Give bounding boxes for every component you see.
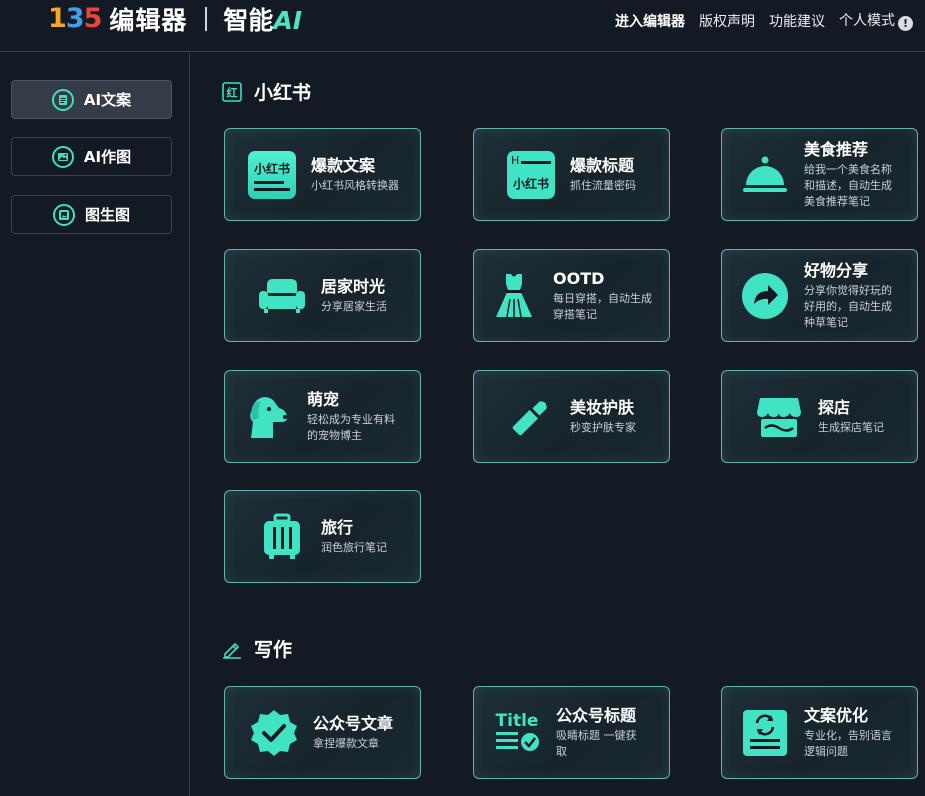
- nav-copyright[interactable]: 版权声明: [699, 11, 755, 31]
- card-desc: 轻松成为专业有料 的宠物博主: [307, 412, 395, 442]
- card-desc: 专业化，告别语言 逻辑问题: [804, 728, 892, 758]
- lipstick-icon: [506, 392, 556, 442]
- card-desc: 给我一个美食名称 和描述，自动生成 美食推荐笔记: [804, 162, 892, 208]
- gallery-icon: [52, 203, 75, 226]
- xiaohongshu-doc-icon: 小红书: [247, 150, 297, 200]
- top-nav: 进入编辑器 版权声明 功能建议 个人模式!: [601, 10, 913, 31]
- logo[interactable]: 135 编辑器 智能AI: [48, 3, 303, 36]
- card-desc: 每日穿搭，自动生成 穿搭笔记: [553, 291, 652, 321]
- card-food-recommend[interactable]: 美食推荐 给我一个美食名称 和描述，自动生成 美食推荐笔记: [721, 128, 918, 221]
- card-desc: 秒变护肤专家: [570, 420, 636, 434]
- svg-text:小红书: 小红书: [254, 161, 290, 176]
- nav-enter-editor[interactable]: 进入编辑器: [615, 11, 685, 31]
- card-ootd[interactable]: OOTD 每日穿搭，自动生成 穿搭笔记: [473, 249, 670, 342]
- card-title: 居家时光: [321, 276, 386, 296]
- card-official-article[interactable]: 公众号文章 拿捏爆款文章: [224, 686, 421, 779]
- logo-text: 编辑器: [109, 6, 188, 35]
- card-title: 萌宠: [307, 389, 340, 409]
- card-desc: 抓住流量密码: [570, 178, 636, 192]
- card-desc: 吸睛标题 一键获取: [556, 728, 637, 758]
- card-desc: 小红书风格转换器: [311, 178, 399, 192]
- card-title: 探店: [818, 397, 851, 417]
- title-check-icon: Title: [492, 708, 542, 758]
- card-beauty-skincare[interactable]: 美妆护肤 秒变护肤专家: [473, 370, 670, 463]
- top-header: 135 编辑器 智能AI 进入编辑器 版权声明 功能建议 个人模式!: [0, 0, 925, 52]
- logo-divider: [205, 7, 208, 31]
- document-icon: [51, 88, 74, 111]
- svg-text:红: 红: [227, 85, 238, 99]
- luggage-icon: [257, 512, 307, 562]
- sofa-icon: [257, 271, 307, 321]
- card-desc: 润色旅行笔记: [321, 540, 387, 554]
- svg-text:小红书: 小红书: [513, 176, 549, 191]
- card-travel[interactable]: 旅行 润色旅行笔记: [224, 490, 421, 583]
- svg-text:Title: Title: [496, 711, 539, 731]
- card-title: 好物分享: [804, 260, 869, 280]
- sidebar-item-label: 图生图: [84, 206, 130, 224]
- sidebar-item-label: AI文案: [83, 91, 132, 109]
- sidebar-item-ai-drawing[interactable]: AI作图: [11, 137, 172, 176]
- card-title: 美妆护肤: [570, 397, 635, 417]
- card-store-visit[interactable]: 探店 生成探店笔记: [721, 370, 918, 463]
- pen-icon: [222, 639, 242, 659]
- card-title: 公众号标题: [556, 705, 637, 725]
- section-title-writing: 写作: [222, 635, 292, 662]
- card-desc: 拿捏爆款文章: [313, 736, 379, 750]
- doc-refresh-icon: [740, 708, 790, 758]
- verified-badge-icon: [249, 708, 299, 758]
- logo-ai: 智能AI: [223, 6, 303, 35]
- card-hot-title[interactable]: H 小红书 爆款标题 抓住流量密码: [473, 128, 670, 221]
- sidebar-item-image-to-image[interactable]: 图生图: [11, 195, 172, 234]
- section-title-xiaohongshu: 红 小红书: [222, 78, 311, 105]
- sidebar: AI文案 AI作图 图生图: [0, 53, 190, 796]
- store-icon: [754, 392, 804, 442]
- sidebar-item-ai-copy[interactable]: AI文案: [11, 80, 172, 119]
- dog-icon: [243, 392, 293, 442]
- xiaohongshu-section-icon: 红: [222, 81, 242, 102]
- card-copy-optimize[interactable]: 文案优化 专业化，告别语言 逻辑问题: [721, 686, 918, 779]
- nav-feedback[interactable]: 功能建议: [769, 11, 825, 31]
- card-goods-share[interactable]: 好物分享 分享你觉得好玩的 好用的，自动生成 种草笔记: [721, 249, 918, 342]
- card-home-time[interactable]: 居家时光 分享居家生活: [224, 249, 421, 342]
- info-icon[interactable]: !: [898, 16, 913, 31]
- card-title: 旅行: [321, 517, 354, 537]
- card-title: 爆款标题: [570, 155, 635, 175]
- card-hot-copy[interactable]: 小红书 爆款文案 小红书风格转换器: [224, 128, 421, 221]
- image-icon: [51, 145, 74, 168]
- card-title: 公众号文章: [313, 713, 394, 733]
- card-desc: 生成探店笔记: [818, 420, 884, 434]
- card-desc: 分享居家生活: [321, 299, 387, 313]
- card-title: 美食推荐: [804, 139, 869, 159]
- food-cloche-icon: [740, 150, 790, 200]
- dress-icon: [489, 271, 539, 321]
- card-official-title[interactable]: Title 公众号标题 吸睛标题 一键获取: [473, 686, 670, 779]
- card-title: OOTD: [553, 268, 605, 288]
- card-title: 文案优化: [804, 705, 869, 725]
- logo-mark: 135: [48, 3, 102, 34]
- svg-text:H: H: [511, 154, 519, 167]
- nav-personal-mode[interactable]: 个人模式!: [839, 10, 913, 31]
- share-arrow-icon: [740, 271, 790, 321]
- sidebar-item-label: AI作图: [83, 148, 132, 166]
- xiaohongshu-title-icon: H 小红书: [506, 150, 556, 200]
- card-cute-pet[interactable]: 萌宠 轻松成为专业有料 的宠物博主: [224, 370, 421, 463]
- card-desc: 分享你觉得好玩的 好用的，自动生成 种草笔记: [804, 283, 892, 329]
- card-title: 爆款文案: [311, 155, 376, 175]
